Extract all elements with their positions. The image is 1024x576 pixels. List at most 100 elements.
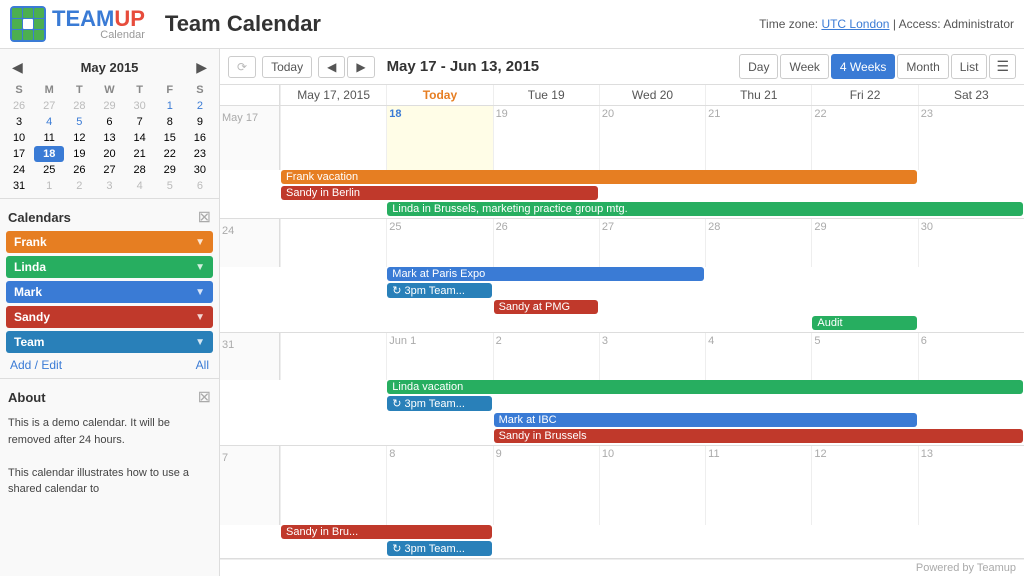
all-link[interactable]: All — [196, 358, 209, 372]
day-cell[interactable]: 11 — [705, 446, 811, 525]
calendar-event[interactable]: ↻ 3pm Team... — [387, 283, 491, 298]
calendar-event[interactable]: Linda vacation — [387, 380, 1023, 394]
mini-cal-prev[interactable]: ◀ — [6, 57, 29, 78]
mini-cal-day[interactable]: 1 — [34, 178, 64, 194]
day-cell[interactable]: 2 — [493, 333, 599, 380]
view-4weeks[interactable]: 4 Weeks — [831, 54, 895, 79]
mini-cal-day[interactable]: 27 — [94, 162, 124, 178]
calendar-event[interactable]: Sandy at PMG — [494, 300, 598, 314]
calendar-item-team[interactable]: Team▼ — [6, 331, 213, 353]
mini-cal-day[interactable]: 22 — [155, 146, 185, 162]
day-cell[interactable]: 28 — [705, 219, 811, 266]
mini-cal-day[interactable]: 13 — [94, 130, 124, 146]
day-cell[interactable] — [280, 219, 386, 266]
today-button[interactable]: Today — [262, 56, 312, 78]
calendar-item-frank[interactable]: Frank▼ — [6, 231, 213, 253]
view-list[interactable]: List — [951, 54, 988, 79]
timezone-link[interactable]: UTC London — [821, 17, 889, 31]
view-week[interactable]: Week — [780, 54, 828, 79]
day-cell[interactable]: 18 — [386, 106, 492, 170]
day-cell[interactable]: 8 — [386, 446, 492, 525]
day-cell[interactable]: 30 — [918, 219, 1024, 266]
day-cell[interactable]: 12 — [811, 446, 917, 525]
day-cell[interactable]: 13 — [918, 446, 1024, 525]
mini-cal-day[interactable]: 6 — [94, 114, 124, 130]
mini-cal-day[interactable]: 28 — [125, 162, 155, 178]
mini-cal-day[interactable]: 2 — [185, 98, 215, 114]
mini-cal-day[interactable]: 25 — [34, 162, 64, 178]
mini-cal-day[interactable]: 8 — [155, 114, 185, 130]
mini-cal-day[interactable]: 23 — [185, 146, 215, 162]
calendar-event[interactable]: Audit — [812, 316, 916, 330]
mini-cal-day[interactable]: 11 — [34, 130, 64, 146]
calendar-event[interactable]: Mark at Paris Expo — [387, 267, 704, 281]
mini-cal-day[interactable]: 3 — [4, 114, 34, 130]
day-cell[interactable]: 6 — [918, 333, 1024, 380]
calendar-event[interactable]: ↻ 3pm Team... — [387, 541, 491, 556]
mini-cal-day[interactable]: 18 — [34, 146, 64, 162]
mini-cal-day[interactable]: 26 — [4, 98, 34, 114]
calendars-section-header[interactable]: Calendars ⊠ — [6, 203, 213, 231]
mini-cal-day[interactable]: 21 — [125, 146, 155, 162]
day-cell[interactable]: 29 — [811, 219, 917, 266]
view-day[interactable]: Day — [739, 54, 778, 79]
day-cell[interactable] — [280, 106, 386, 170]
calendar-item-sandy[interactable]: Sandy▼ — [6, 306, 213, 328]
day-cell[interactable] — [280, 333, 386, 380]
day-cell[interactable]: 23 — [918, 106, 1024, 170]
day-cell[interactable]: 9 — [493, 446, 599, 525]
mini-cal-day[interactable]: 5 — [155, 178, 185, 194]
mini-cal-day[interactable]: 26 — [64, 162, 94, 178]
menu-button[interactable]: ☰ — [989, 54, 1016, 79]
prev-button[interactable]: ◀ — [318, 56, 345, 78]
calendar-item-mark[interactable]: Mark▼ — [6, 281, 213, 303]
mini-cal-day[interactable]: 29 — [155, 162, 185, 178]
add-edit-link[interactable]: Add / Edit — [10, 358, 62, 372]
next-button[interactable]: ▶ — [347, 56, 374, 78]
calendar-item-linda[interactable]: Linda▼ — [6, 256, 213, 278]
day-cell[interactable]: 20 — [599, 106, 705, 170]
refresh-button[interactable]: ⟳ — [228, 56, 256, 78]
day-cell[interactable]: 25 — [386, 219, 492, 266]
calendar-event[interactable]: ↻ 3pm Team... — [387, 396, 491, 411]
mini-cal-day[interactable]: 2 — [64, 178, 94, 194]
mini-cal-day[interactable]: 29 — [94, 98, 124, 114]
mini-cal-next[interactable]: ▶ — [190, 57, 213, 78]
mini-cal-day[interactable]: 30 — [125, 98, 155, 114]
mini-cal-day[interactable]: 17 — [4, 146, 34, 162]
mini-cal-day[interactable]: 12 — [64, 130, 94, 146]
calendar-event[interactable]: Sandy in Brussels — [494, 429, 1023, 443]
mini-cal-day[interactable]: 14 — [125, 130, 155, 146]
day-cell[interactable]: 19 — [493, 106, 599, 170]
mini-cal-day[interactable]: 20 — [94, 146, 124, 162]
day-cell[interactable]: 5 — [811, 333, 917, 380]
day-cell[interactable]: 10 — [599, 446, 705, 525]
mini-cal-day[interactable]: 4 — [125, 178, 155, 194]
mini-cal-day[interactable]: 31 — [4, 178, 34, 194]
day-cell[interactable]: 21 — [705, 106, 811, 170]
calendar-event[interactable]: Frank vacation — [281, 170, 917, 184]
mini-cal-day[interactable]: 30 — [185, 162, 215, 178]
mini-cal-day[interactable]: 3 — [94, 178, 124, 194]
day-cell[interactable]: 27 — [599, 219, 705, 266]
mini-cal-day[interactable]: 15 — [155, 130, 185, 146]
mini-cal-day[interactable]: 24 — [4, 162, 34, 178]
mini-cal-day[interactable]: 10 — [4, 130, 34, 146]
day-cell[interactable]: 22 — [811, 106, 917, 170]
mini-cal-day[interactable]: 9 — [185, 114, 215, 130]
view-month[interactable]: Month — [897, 54, 948, 79]
calendar-event[interactable]: Mark at IBC — [494, 413, 917, 427]
mini-cal-day[interactable]: 5 — [64, 114, 94, 130]
calendar-event[interactable]: Sandy in Bru... — [281, 525, 492, 539]
mini-cal-day[interactable]: 27 — [34, 98, 64, 114]
day-cell[interactable]: 26 — [493, 219, 599, 266]
calendar-event[interactable]: Sandy in Berlin — [281, 186, 598, 200]
mini-cal-day[interactable]: 28 — [64, 98, 94, 114]
day-cell[interactable]: 3 — [599, 333, 705, 380]
about-section-header[interactable]: About ⊠ — [6, 383, 213, 411]
calendar-event[interactable]: Linda in Brussels, marketing practice gr… — [387, 202, 1023, 216]
mini-cal-day[interactable]: 19 — [64, 146, 94, 162]
mini-cal-day[interactable]: 7 — [125, 114, 155, 130]
day-cell[interactable]: 4 — [705, 333, 811, 380]
mini-cal-day[interactable]: 16 — [185, 130, 215, 146]
